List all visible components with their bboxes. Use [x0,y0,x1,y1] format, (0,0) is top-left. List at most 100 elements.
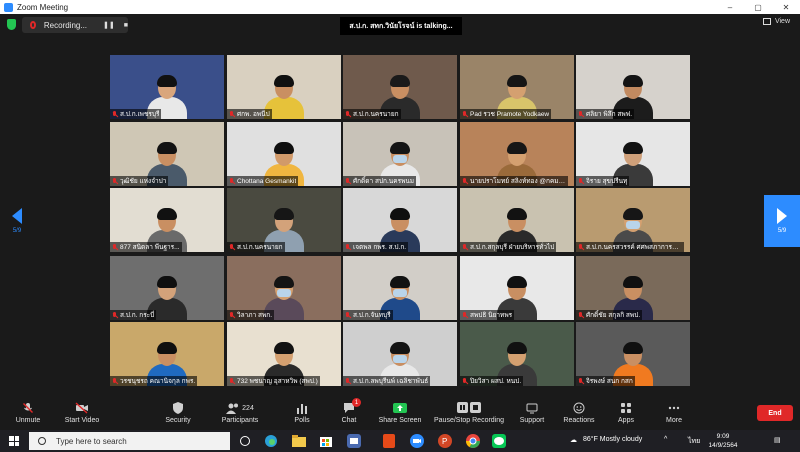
office-icon[interactable] [380,433,398,449]
muted-mic-icon [462,243,468,251]
muted-mic-icon [345,243,351,251]
participant-tile[interactable]: ส.ป.ก.จันทบุรี [343,256,457,320]
participant-name: ส.ป.ก.ลพบุรีนพ์ เฉลิชาพันธ์ [353,378,429,385]
zoom-taskbar-icon[interactable] [408,433,426,449]
participant-tile[interactable]: ส.ป.ก.เพชรบุรี [110,55,224,119]
participant-name: วุฒิชัย แห่งจำปา [120,178,167,185]
powerpoint-icon[interactable]: P [436,433,454,449]
participant-tile[interactable]: สพปธิ นิยาทพร [460,256,574,320]
participant-tile[interactable]: ส.ป.ก.นครนายก [227,188,341,252]
participant-tile[interactable]: ศักดิ์ชัย สกุลกิ สพป. [576,256,690,320]
taskbar-clock[interactable]: 9:09 14/9/2564 [706,432,740,450]
participant-name: ส.ป.ก.เพชรบุรี [120,111,160,118]
share-screen-button[interactable]: Share Screen [372,402,428,424]
pause-recording-button[interactable]: ❚❚ [103,21,115,29]
meeting-app-icon[interactable] [345,433,363,449]
participant-name: นายปราโมทย์ สลิงห์ทอง @กคม. สาน... [470,178,566,185]
window-titlebar: Zoom Meeting – ▢ ✕ [0,0,800,14]
pause-stop-icon [457,402,481,414]
task-view-icon[interactable] [236,433,254,449]
muted-mic-icon [112,377,118,385]
muted-mic-icon [462,177,468,185]
clock-time: 9:09 [716,433,730,440]
file-explorer-icon[interactable] [290,433,308,449]
muted-mic-icon [345,110,351,118]
participant-tile[interactable]: ศกพ. อพนีป [227,55,341,119]
next-page-button[interactable]: 5/9 [764,195,800,247]
page-indicator-right: 5/9 [777,228,787,234]
participant-tile[interactable]: เจตพล กพร. ส.ป.ก. [343,188,457,252]
participant-tile[interactable]: จิรพงษ์ สนก กสก [576,322,690,386]
weather-text[interactable]: 86°F Mostly cloudy [583,436,642,443]
participant-tile[interactable]: ศลิยา พิลึก สพฟ. [576,55,690,119]
participant-name: จิรพงษ์ สนก กสก [586,378,633,385]
muted-mic-icon [578,110,584,118]
chat-button[interactable]: 1 Chat [321,398,377,424]
more-label: More [666,417,682,424]
participant-tile[interactable]: ส.ป.ก.นครสวรรค์ ศศพสภาการคลัง [576,188,690,252]
security-button[interactable]: Security [150,402,206,424]
store-icon[interactable] [317,433,335,449]
share-screen-icon [393,402,407,414]
muted-mic-icon [578,243,584,251]
participant-name-bar: ส.ป.ก.เพชรบุรี [110,109,162,119]
participant-tile[interactable]: วุฒิชัย แห่งจำปา [110,122,224,186]
participant-name-bar: ส.ป.ก. กระบี่ [110,310,157,320]
input-language[interactable]: ไทย [688,436,700,447]
reactions-smiley-icon [573,402,585,414]
minimize-button[interactable]: – [716,0,744,14]
apps-icon [620,402,632,414]
end-meeting-button[interactable]: End [757,405,793,421]
participant-tile[interactable]: วิลาภา สพก. [227,256,341,320]
participant-name-bar: จิรพงษ์ สนก กสก [576,376,635,386]
participant-tile[interactable]: Pad รวช Pramote Yodkaew [460,55,574,119]
close-button[interactable]: ✕ [772,0,800,14]
chrome-icon[interactable] [464,433,482,449]
participants-count: 224 [242,404,254,412]
participant-name-bar: วรชนุชรถ คณานิจกุล กพร. [110,376,198,386]
security-shield-icon[interactable] [7,19,16,30]
line-app-icon[interactable] [490,433,508,449]
maximize-button[interactable]: ▢ [744,0,772,14]
windows-start-icon[interactable] [9,436,19,446]
participant-tile[interactable]: นายปราโมทย์ สลิงห์ทอง @กคม. สาน... [460,122,574,186]
page-indicator-left: 5/9 [12,228,22,234]
unmute-button[interactable]: Unmute [0,402,56,424]
taskbar-search-box[interactable]: Type here to search [29,432,230,450]
participant-tile[interactable]: วรชนุชรถ คณานิจกุล กพร. [110,322,224,386]
participant-tile[interactable]: 877 สนิดลา พีนฐาร... [110,188,224,252]
shield-icon [173,402,183,414]
more-button[interactable]: More [646,402,702,424]
participant-tile[interactable]: จิราย สุขปรีนทุ [576,122,690,186]
share-screen-label: Share Screen [378,417,422,424]
previous-page-button[interactable]: 5/9 [0,195,34,247]
window-title: Zoom Meeting [17,2,69,12]
participant-tile[interactable]: ส.ป.ก.สกุลบุรี ฝ่ายบริหารทั่วไป [460,188,574,252]
clock-date: 14/9/2564 [708,442,738,449]
participant-tile[interactable]: ส.ป.ก.ลพบุรีนพ์ เฉลิชาพันธ์ [343,322,457,386]
participant-name: สพปธิ นิยาทพร [470,312,513,319]
participant-tile[interactable]: Chottana Gesmankit [227,122,341,186]
participant-name: ส.ป.ก.จันทบุรี [353,312,391,319]
support-icon [526,402,538,414]
edge-browser-icon[interactable] [262,433,280,449]
muted-mic-icon [229,243,235,251]
muted-microphone-icon [22,402,34,414]
participant-name: Chottana Gesmankit [237,177,297,185]
notifications-icon[interactable]: ▤ [774,436,781,444]
participant-tile[interactable]: 732 พชนาญ อุสาหวิพ (สพป.) [227,322,341,386]
start-video-button[interactable]: Start Video [54,402,110,424]
tray-chevron-icon[interactable]: ^ [664,436,667,443]
apps-label: Apps [618,417,634,424]
participant-name-bar: ส.ป.ก.นครนายก [227,242,285,252]
participant-tile[interactable]: ปิยวิสา ผสป. หนป. [460,322,574,386]
stop-recording-button[interactable]: ■ [124,22,128,29]
participants-button[interactable]: 224 Participants [212,402,268,424]
participant-tile[interactable]: ส.ป.ก.นครนายก [343,55,457,119]
view-button[interactable]: View [762,18,790,25]
participant-tile[interactable]: ศักดิ์ดา สปก.นครพนม [343,122,457,186]
pause-stop-recording-button[interactable]: Pause/Stop Recording [434,402,504,424]
participant-tile[interactable]: ส.ป.ก. กระบี่ [110,256,224,320]
participant-name: 732 พชนาญ อุสาหวิพ (สพป.) [237,378,318,385]
weather-cloud-icon[interactable]: ☁ [570,436,577,444]
